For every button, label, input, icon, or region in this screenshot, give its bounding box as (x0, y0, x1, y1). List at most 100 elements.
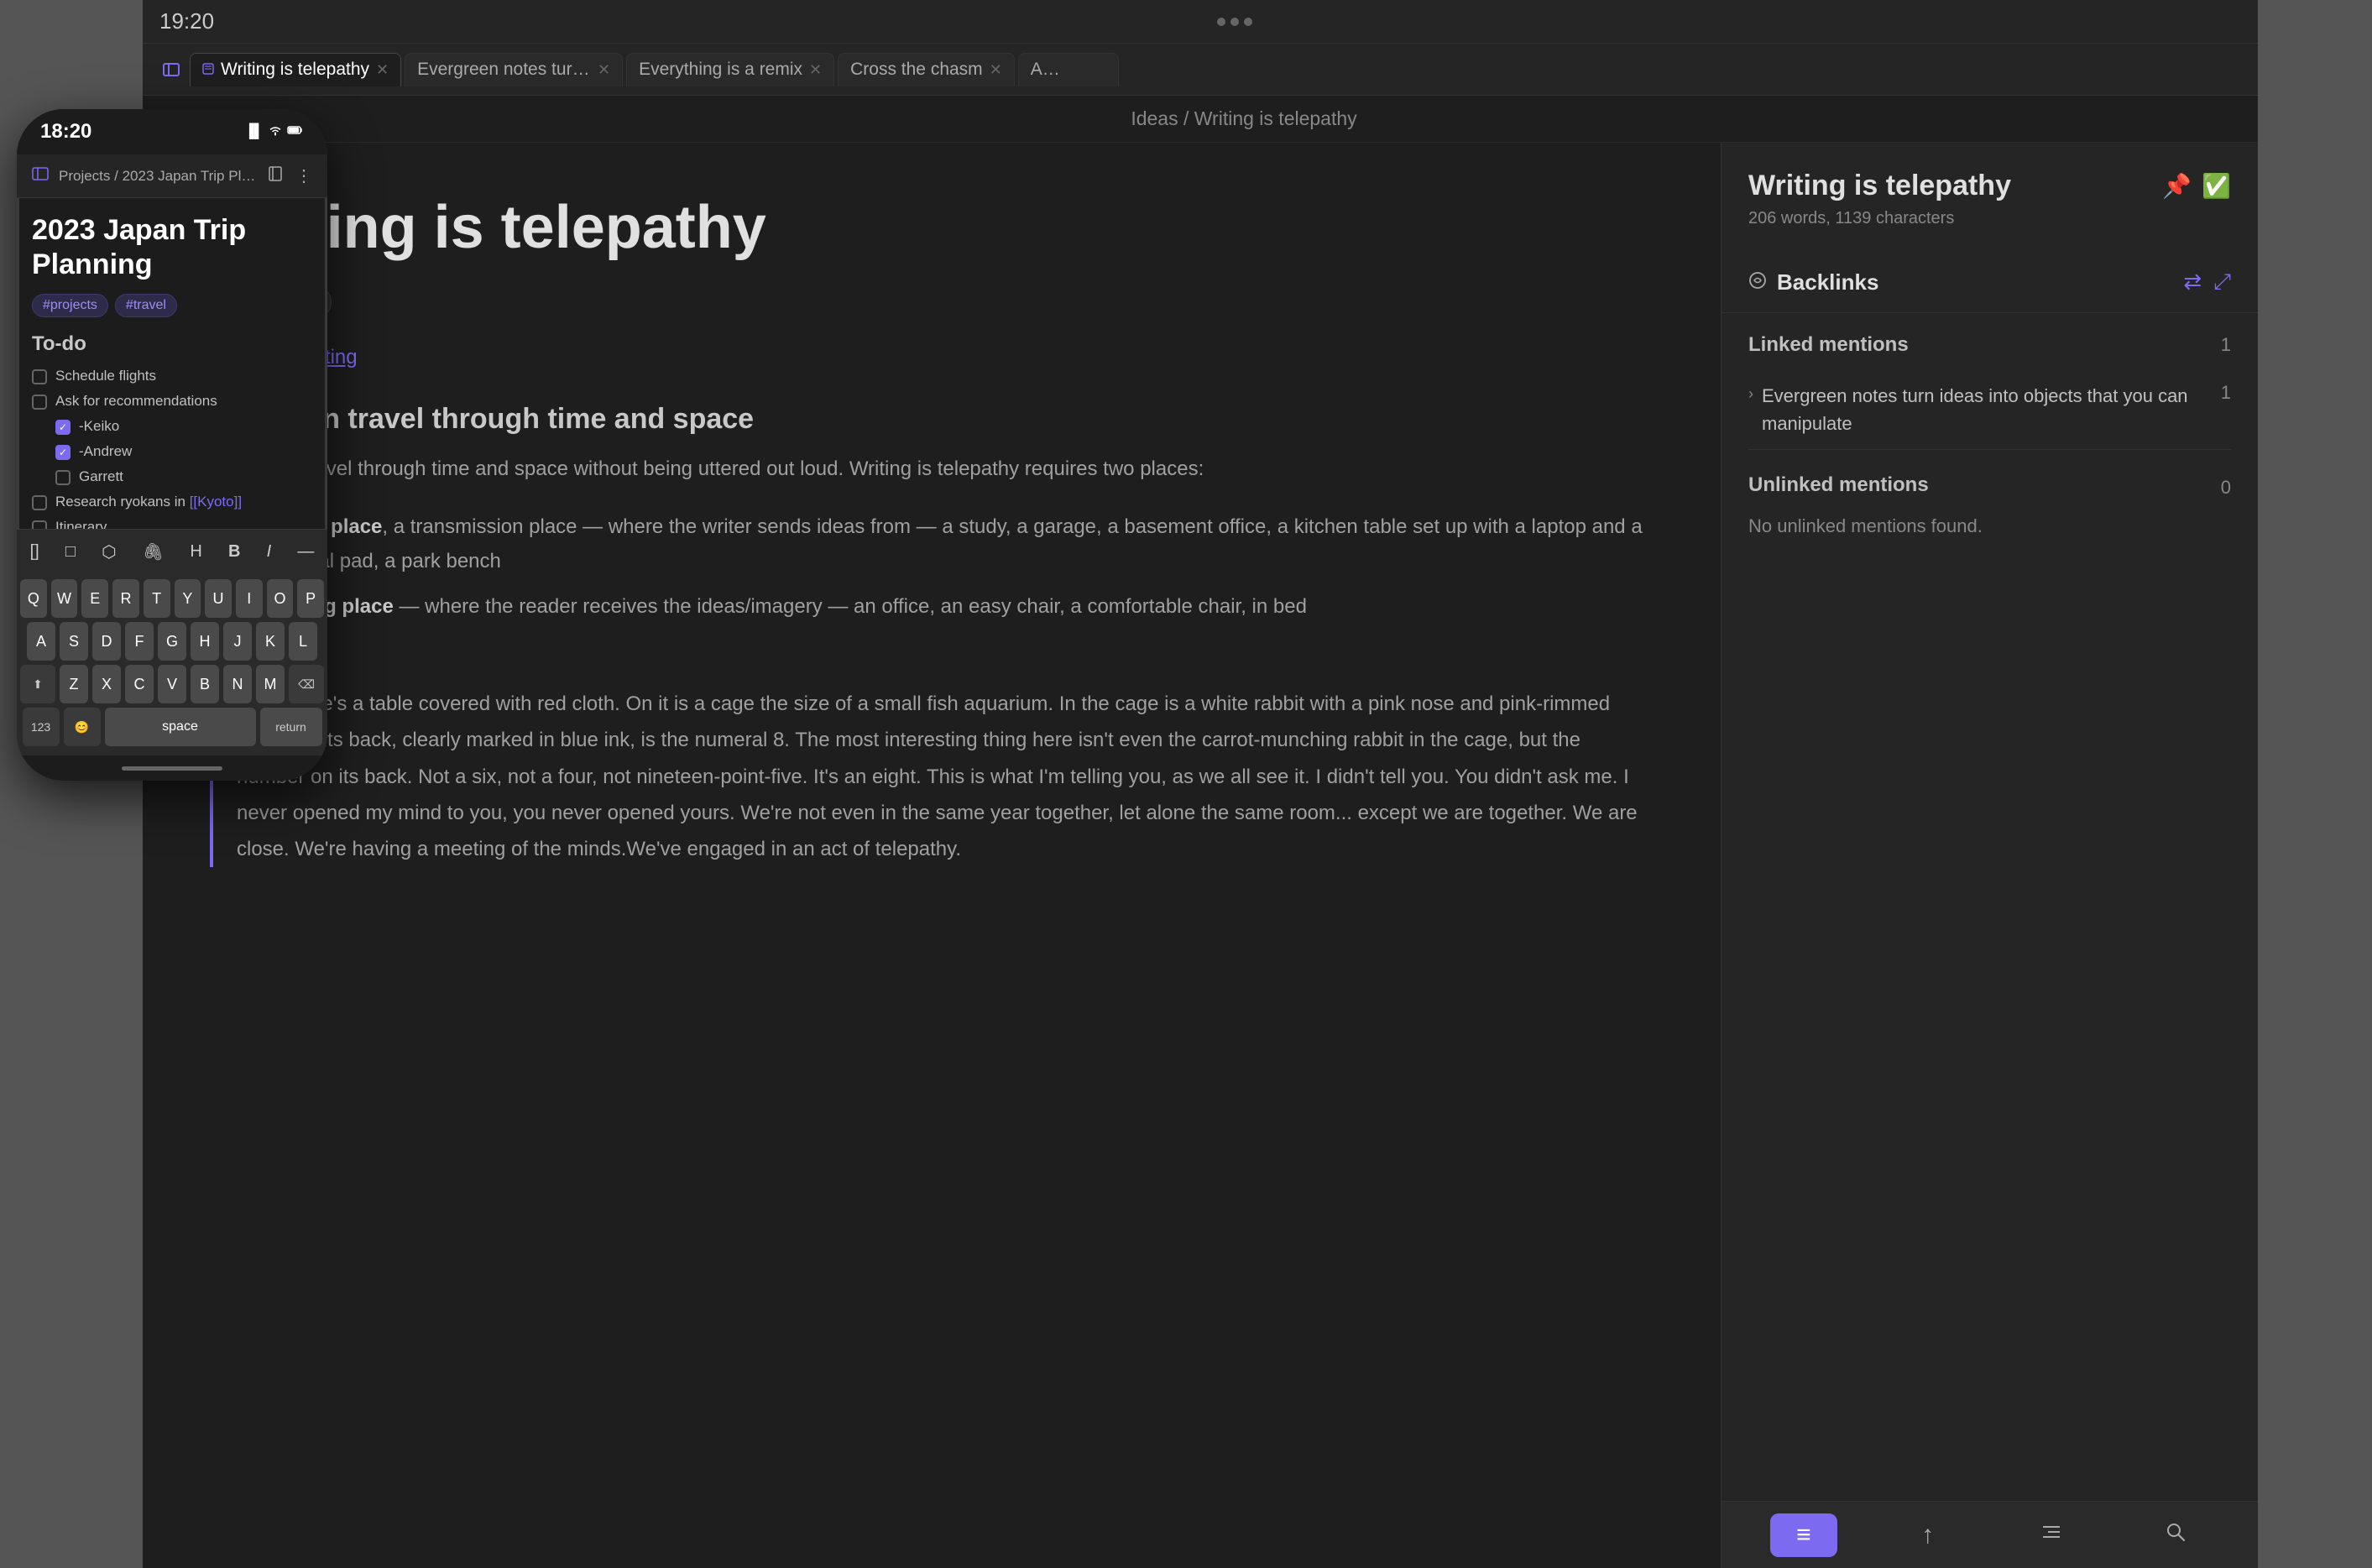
key-h[interactable]: H (191, 622, 219, 661)
key-l[interactable]: L (289, 622, 317, 661)
key-a[interactable]: A (27, 622, 55, 661)
sidebar-toggle-button[interactable] (156, 55, 186, 85)
tab-writing-is-telepathy[interactable]: Writing is telepathy ✕ (190, 53, 401, 86)
body-text-1: Ideas can travel through time and space … (210, 452, 1654, 487)
key-x[interactable]: X (92, 665, 121, 703)
key-k[interactable]: K (256, 622, 285, 661)
toolbar-italic-icon[interactable]: I (267, 542, 272, 562)
panel-title-actions: 📌 ✅ (2162, 172, 2231, 200)
tab-evergreen[interactable]: Evergreen notes turn id… ✕ (405, 53, 623, 86)
footer-search-button[interactable] (2142, 1513, 2209, 1557)
footer-sort-button[interactable]: ↑ (1894, 1513, 1962, 1557)
toolbar-brackets-icon[interactable]: [] (30, 542, 39, 562)
tab-close-2[interactable]: ✕ (598, 61, 610, 79)
phone-content: 2023 Japan Trip Planning #projects #trav… (17, 198, 327, 529)
tab-bar: Writing is telepathy ✕ Evergreen notes t… (143, 44, 2258, 96)
toolbar-attach-icon[interactable]: 🖇 (143, 541, 164, 562)
todo-text-3: -Keiko (79, 418, 119, 435)
unlinked-section-header: Unlinked mentions 0 (1748, 473, 2231, 502)
check-icon[interactable]: ✅ (2202, 172, 2231, 200)
key-u[interactable]: U (205, 579, 232, 618)
backlinks-swap-icon[interactable]: ⇄ (2183, 269, 2202, 295)
toolbar-bold-icon[interactable]: B (228, 542, 240, 562)
key-r[interactable]: R (112, 579, 139, 618)
toolbar-tag-icon[interactable]: ⬡ (102, 541, 116, 562)
kyoto-link[interactable]: [[Kyoto]] (190, 494, 242, 510)
key-123[interactable]: 123 (23, 708, 60, 746)
phone-home-indicator (17, 755, 327, 781)
linked-section-header: Linked mentions 1 (1748, 333, 2231, 357)
backlinks-expand-icon[interactable]: ⤢ (2213, 269, 2231, 295)
key-o[interactable]: O (267, 579, 294, 618)
todo-item-7[interactable]: Itinerary (32, 519, 312, 529)
todo-item-2[interactable]: Ask for recommendations (32, 393, 312, 410)
key-shift[interactable]: ⬆ (20, 665, 55, 703)
toolbar-strike-icon[interactable]: — (297, 542, 314, 562)
todo-item-6[interactable]: Research ryokans in [[Kyoto]] (32, 494, 312, 510)
quote-section: Look- here's a table covered with red cl… (210, 686, 1654, 867)
toolbar-box-icon[interactable]: □ (65, 542, 76, 562)
phone-book-icon[interactable] (267, 165, 284, 187)
toolbar-heading-icon[interactable]: H (190, 542, 201, 562)
tab-icon-1 (202, 61, 214, 79)
checkbox-1[interactable] (32, 369, 47, 384)
section-heading-2: Quote (210, 636, 1654, 669)
phone-tag-travel[interactable]: #travel (115, 294, 177, 317)
todo-item-5[interactable]: Garrett (32, 468, 312, 485)
tab-close-4[interactable]: ✕ (990, 61, 1002, 79)
todo-item-1[interactable]: Schedule flights (32, 368, 312, 384)
phone-more-icon[interactable]: ⋮ (295, 165, 312, 187)
checkbox-7[interactable] (32, 520, 47, 529)
key-i[interactable]: I (236, 579, 263, 618)
phone-tag-projects[interactable]: #projects (32, 294, 108, 317)
checkbox-6[interactable] (32, 495, 47, 510)
no-unlinked-text: No unlinked mentions found. (1748, 515, 2231, 537)
key-t[interactable]: T (144, 579, 170, 618)
key-w[interactable]: W (51, 579, 78, 618)
key-z[interactable]: Z (60, 665, 88, 703)
tab-cross-chasm[interactable]: Cross the chasm ✕ (838, 53, 1015, 86)
panel-meta: 206 words, 1139 characters (1748, 209, 2231, 228)
keyboard-row-1: Q W E R T Y U I O P (20, 579, 324, 618)
phone-breadcrumb: Projects / 2023 Japan Trip Pl… (59, 168, 257, 185)
phone-sidebar-icon[interactable] (32, 166, 49, 186)
key-n[interactable]: N (223, 665, 252, 703)
tab-everything[interactable]: Everything is a remix ✕ (626, 53, 834, 86)
checkbox-3[interactable]: ✓ (55, 420, 71, 435)
checkbox-4[interactable]: ✓ (55, 445, 71, 460)
pin-icon[interactable]: 📌 (2162, 172, 2192, 200)
linked-item-1[interactable]: › Evergreen notes turn ideas into object… (1748, 370, 2231, 450)
key-s[interactable]: S (60, 622, 88, 661)
key-v[interactable]: V (158, 665, 186, 703)
key-space[interactable]: space (105, 708, 256, 746)
key-b[interactable]: B (191, 665, 219, 703)
key-q[interactable]: Q (20, 579, 47, 618)
key-y[interactable]: Y (175, 579, 201, 618)
key-p[interactable]: P (297, 579, 324, 618)
phone-wifi-icon (269, 124, 282, 140)
phone-signal-icon: ▐▌ (244, 124, 264, 139)
key-d[interactable]: D (92, 622, 121, 661)
key-c[interactable]: C (125, 665, 154, 703)
tab-close-1[interactable]: ✕ (376, 61, 389, 79)
footer-outline-button[interactable]: ≡ (1770, 1513, 1837, 1557)
key-e[interactable]: E (81, 579, 108, 618)
key-m[interactable]: M (256, 665, 285, 703)
tab-close-3[interactable]: ✕ (809, 61, 822, 79)
key-g[interactable]: G (158, 622, 186, 661)
key-return[interactable]: return (260, 708, 322, 746)
key-emoji[interactable]: 😊 (64, 708, 101, 746)
footer-indent-button[interactable] (2018, 1513, 2085, 1557)
tab-a[interactable]: A… (1018, 53, 1119, 86)
checkbox-2[interactable] (32, 395, 47, 410)
key-j[interactable]: J (223, 622, 252, 661)
todo-item-3[interactable]: ✓ -Keiko (32, 418, 312, 435)
todo-item-4[interactable]: ✓ -Andrew (32, 443, 312, 460)
editor-area[interactable]: Writing is telepathy #evergreen From On … (143, 143, 1721, 1568)
quote-text: Look- here's a table covered with red cl… (237, 686, 1654, 867)
key-f[interactable]: F (125, 622, 154, 661)
checkbox-5[interactable] (55, 470, 71, 485)
indent-icon (2040, 1520, 2063, 1550)
backlinks-label: Backlinks (1777, 269, 1878, 295)
key-backspace[interactable]: ⌫ (289, 665, 324, 703)
